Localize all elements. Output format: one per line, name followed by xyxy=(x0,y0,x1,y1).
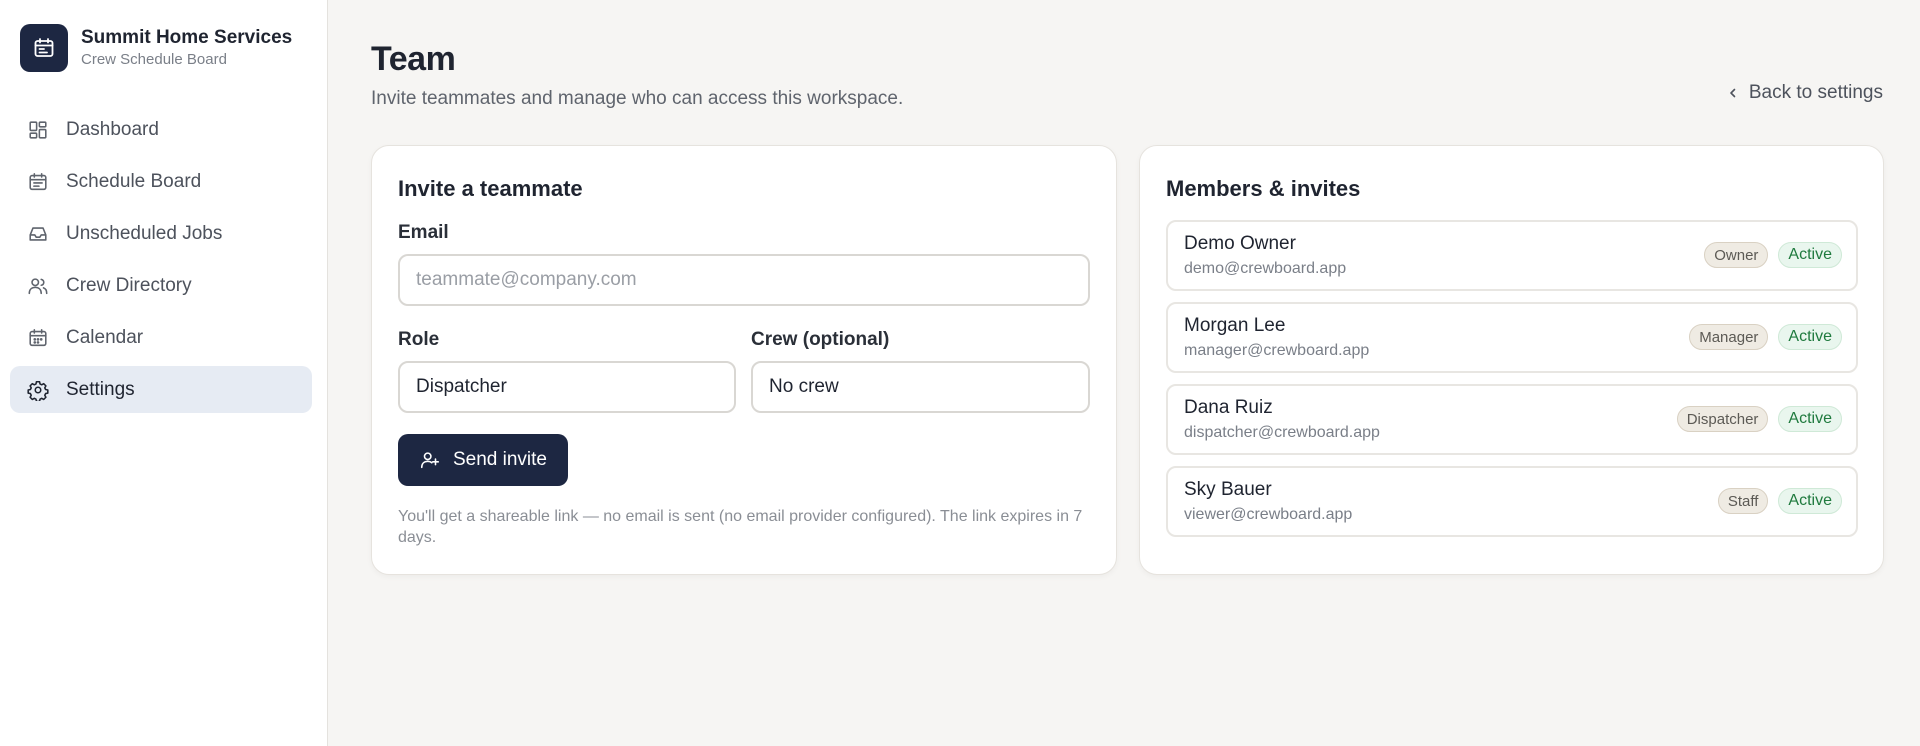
calendar-icon xyxy=(20,24,68,72)
brand[interactable]: Summit Home Services Crew Schedule Board xyxy=(20,24,292,72)
member-row[interactable]: Dana Ruiz dispatcher@crewboard.app Dispa… xyxy=(1166,384,1858,455)
member-name: Morgan Lee xyxy=(1184,315,1286,336)
invite-card-title: Invite a teammate xyxy=(398,176,583,201)
chevron-left-icon xyxy=(1727,87,1739,99)
sidebar-item-calendar[interactable]: Calendar xyxy=(10,314,312,361)
main-content: Team Invite teammates and manage who can… xyxy=(328,0,1920,746)
sidebar-item-crew-directory[interactable]: Crew Directory xyxy=(10,262,312,309)
role-label: Role xyxy=(398,329,440,350)
calendar-icon xyxy=(26,326,50,350)
member-email: viewer@crewboard.app xyxy=(1184,506,1353,523)
dashboard-grid-icon xyxy=(26,118,50,142)
role-badge: Dispatcher xyxy=(1676,406,1769,432)
crew-select-value: No crew xyxy=(769,376,839,397)
role-select-value: Dispatcher xyxy=(416,376,507,397)
member-name: Demo Owner xyxy=(1184,233,1296,254)
sidebar-item-label: Calendar xyxy=(66,326,144,348)
brand-subtitle: Crew Schedule Board xyxy=(81,51,227,68)
page-subtitle: Invite teammates and manage who can acce… xyxy=(371,88,904,109)
send-invite-button[interactable]: Send invite xyxy=(398,434,568,486)
sidebar-item-label: Crew Directory xyxy=(66,274,192,296)
role-badge: Manager xyxy=(1689,324,1769,350)
crew-select[interactable]: No crew xyxy=(751,361,1090,413)
role-select[interactable]: Dispatcher xyxy=(398,361,736,413)
email-input[interactable] xyxy=(398,254,1090,306)
sidebar-nav: Dashboard Schedule Board Unscheduled Job… xyxy=(10,106,312,418)
user-plus-icon xyxy=(419,449,441,471)
member-email: manager@crewboard.app xyxy=(1184,342,1370,359)
member-row[interactable]: Morgan Lee manager@crewboard.app Manager… xyxy=(1166,302,1858,373)
status-badge: Active xyxy=(1778,488,1842,514)
email-label: Email xyxy=(398,222,449,243)
member-name: Dana Ruiz xyxy=(1184,397,1273,418)
invite-hint: You'll get a shareable link — no email i… xyxy=(398,508,1083,546)
sidebar-item-label: Settings xyxy=(66,378,135,400)
sidebar-item-unscheduled-jobs[interactable]: Unscheduled Jobs xyxy=(10,210,312,257)
member-row[interactable]: Demo Owner demo@crewboard.app Owner Acti… xyxy=(1166,220,1858,291)
sidebar: Summit Home Services Crew Schedule Board… xyxy=(0,0,328,746)
back-link-label: Back to settings xyxy=(1748,82,1883,103)
calendar-list-icon xyxy=(26,170,50,194)
brand-name: Summit Home Services xyxy=(81,27,293,48)
sidebar-item-dashboard[interactable]: Dashboard xyxy=(10,106,312,153)
member-email: demo@crewboard.app xyxy=(1184,260,1347,277)
status-badge: Active xyxy=(1778,406,1842,432)
invite-card: Invite a teammate Email Role Dispatcher … xyxy=(371,145,1117,575)
role-badge: Staff xyxy=(1717,488,1769,514)
member-row[interactable]: Sky Bauer viewer@crewboard.app Staff Act… xyxy=(1166,466,1858,537)
inbox-tray-icon xyxy=(26,222,50,246)
gear-icon xyxy=(26,378,50,402)
sidebar-item-label: Schedule Board xyxy=(66,170,202,192)
status-badge: Active xyxy=(1778,324,1842,350)
sidebar-item-label: Unscheduled Jobs xyxy=(66,222,223,244)
sidebar-item-settings[interactable]: Settings xyxy=(10,366,312,413)
members-card-title: Members & invites xyxy=(1166,176,1361,201)
back-to-settings-link[interactable]: Back to settings xyxy=(1727,82,1883,104)
users-icon xyxy=(26,274,50,298)
page-title: Team xyxy=(371,40,456,78)
members-card: Members & invites Demo Owner demo@crewbo… xyxy=(1139,145,1884,575)
sidebar-item-label: Dashboard xyxy=(66,118,159,140)
member-list: Demo Owner demo@crewboard.app Owner Acti… xyxy=(1166,220,1858,548)
sidebar-item-schedule-board[interactable]: Schedule Board xyxy=(10,158,312,205)
member-name: Sky Bauer xyxy=(1184,479,1272,500)
member-email: dispatcher@crewboard.app xyxy=(1184,424,1380,441)
send-invite-label: Send invite xyxy=(452,449,547,470)
status-badge: Active xyxy=(1778,242,1842,268)
crew-label: Crew (optional) xyxy=(751,329,890,350)
role-badge: Owner xyxy=(1704,242,1769,268)
